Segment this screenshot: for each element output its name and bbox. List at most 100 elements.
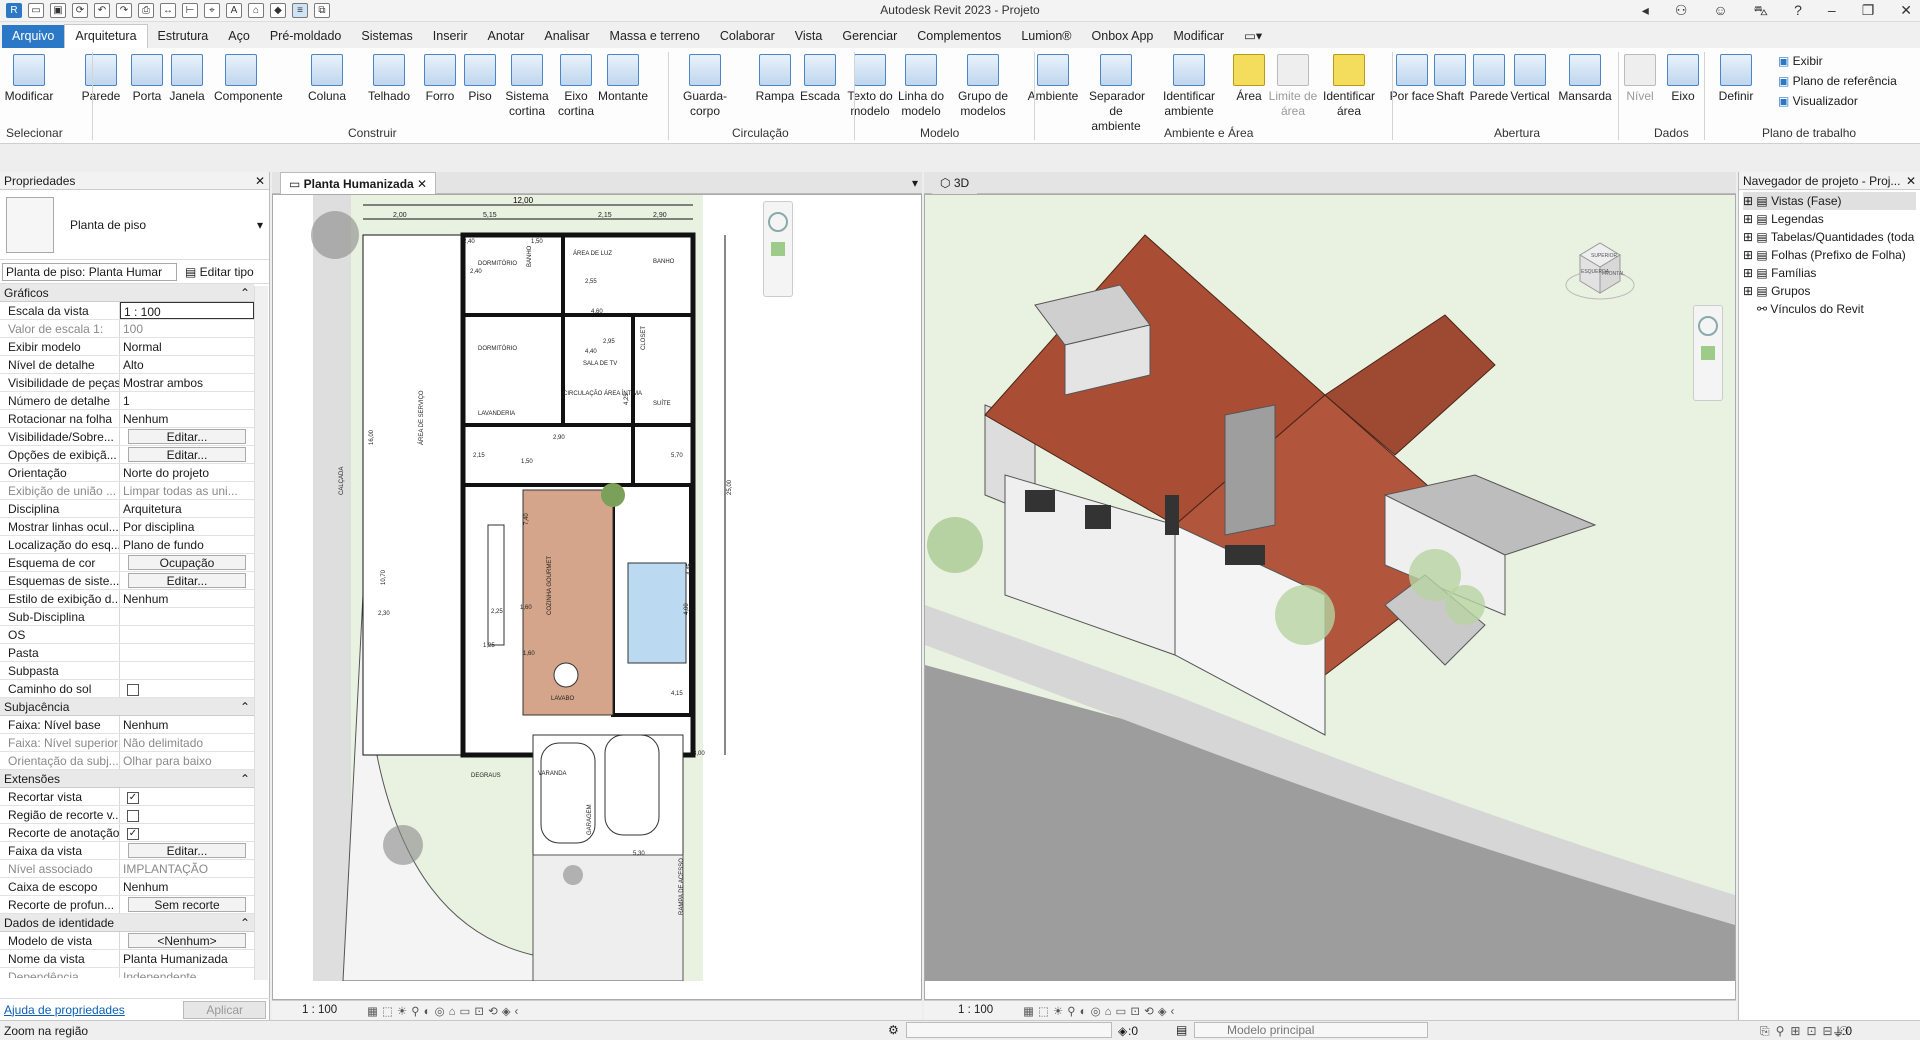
property-value[interactable]: Nenhum	[120, 716, 254, 733]
property-value[interactable]	[120, 806, 254, 823]
expand-icon[interactable]: ⊞	[1743, 194, 1756, 208]
browser-node[interactable]: ⊞ ▤ Tabelas/Quantidades (toda	[1743, 228, 1916, 246]
property-edit-button[interactable]: Sem recorte	[128, 897, 246, 912]
ribbon-button-9[interactable]: Sistema cortina	[500, 54, 554, 119]
editable-only-icon[interactable]: ◈	[1118, 1024, 1127, 1038]
ribbon-panel-4[interactable]: Ambiente e Área	[1164, 126, 1253, 140]
property-value[interactable]: Arquitetura	[120, 500, 254, 517]
ribbon-button-23[interactable]: Identificar área	[1322, 54, 1376, 119]
ribbon-panel-5[interactable]: Abertura	[1494, 126, 1540, 140]
type-selector[interactable]: Planta de piso ▾	[0, 190, 269, 260]
3d-scale-label[interactable]: 1 : 100	[958, 1004, 993, 1017]
plan-view[interactable]: 12,00 2,00 5,15 2,15 2,90 DORMITÓRIO BANHO ÁR…	[272, 194, 922, 1000]
property-value[interactable]	[120, 626, 254, 643]
plan-scale-label[interactable]: 1 : 100	[302, 1004, 337, 1017]
tab-10[interactable]: Colaborar	[710, 25, 785, 48]
minimize-icon[interactable]: –	[1828, 2, 1836, 21]
zoom-icon[interactable]	[771, 242, 785, 256]
property-checkbox[interactable]	[127, 810, 139, 822]
property-value[interactable]: ✓	[120, 788, 254, 805]
apply-button[interactable]: Aplicar	[183, 1000, 266, 1019]
view-control-icons[interactable]: ▦⬚☀⚲◐◎⌂▭⊡⟲◈‹	[1023, 1004, 1178, 1018]
ribbon-button-10[interactable]: Eixo cortina	[549, 54, 603, 119]
workplane-small-button-1[interactable]: ▣ Plano de referência	[1778, 74, 1897, 88]
property-edit-button[interactable]: <Nenhum>	[128, 933, 246, 948]
search-icon[interactable]: ◂	[1642, 2, 1649, 21]
help-icon[interactable]: ?	[1794, 2, 1802, 21]
property-value[interactable]: Normal	[120, 338, 254, 355]
tab-15[interactable]: Onbox App	[1082, 25, 1164, 48]
property-value[interactable]	[120, 644, 254, 661]
workplane-small-button-0[interactable]: ▣ Exibir	[1778, 54, 1823, 68]
property-section-header[interactable]: Subjacência ⌃	[0, 698, 254, 716]
browser-node[interactable]: ⚯ Vínculos do Revit	[1743, 300, 1916, 318]
ribbon-button-12[interactable]: Guarda-corpo	[678, 54, 732, 119]
tab-overflow-icon[interactable]: ▭▾	[1234, 24, 1272, 48]
design-options-icon[interactable]: ▤	[1176, 1023, 1187, 1037]
3d-view[interactable]: SUPERIOR ESQUERDA FRONTAL	[924, 194, 1736, 1000]
worksets-icon[interactable]: ⚙	[888, 1023, 899, 1037]
navigation-bar[interactable]	[1693, 305, 1723, 401]
zoom-icon[interactable]	[1701, 346, 1715, 360]
property-value[interactable]: 1	[120, 392, 254, 409]
workset-select[interactable]	[906, 1022, 1112, 1038]
user-icon[interactable]: ☺	[1713, 2, 1727, 21]
tab-5[interactable]: Sistemas	[351, 25, 422, 48]
design-option-select[interactable]: Modelo principal	[1194, 1022, 1428, 1038]
ribbon-button-6[interactable]: Telhado	[362, 54, 416, 104]
property-value[interactable]: Ocupação	[120, 554, 254, 571]
workplane-small-button-2[interactable]: ▣ Visualizador	[1778, 94, 1858, 108]
ribbon-button-19[interactable]: Separador de ambiente	[1089, 54, 1145, 134]
ribbon-button-16[interactable]: Linha do modelo	[894, 54, 948, 119]
tab-0[interactable]: Arquivo	[2, 25, 65, 48]
property-value[interactable]: Mostrar ambos	[120, 374, 254, 391]
ribbon-button-8[interactable]: Piso	[453, 54, 507, 104]
tab-6[interactable]: Inserir	[423, 25, 478, 48]
property-value[interactable]	[120, 662, 254, 679]
properties-help-link[interactable]: Ajuda de propriedades	[4, 1003, 125, 1017]
browser-node[interactable]: ⊞ ▤ Famílias	[1743, 264, 1916, 282]
tab-7[interactable]: Anotar	[478, 25, 535, 48]
expand-icon[interactable]: ⊞	[1743, 230, 1756, 244]
tab-1[interactable]: Arquitetura	[64, 24, 148, 48]
property-checkbox[interactable]: ✓	[127, 828, 139, 840]
tab-12[interactable]: Gerenciar	[832, 25, 907, 48]
expand-icon[interactable]: ⊞	[1743, 212, 1756, 226]
property-checkbox[interactable]: ✓	[127, 792, 139, 804]
cart-icon[interactable]: ⛍	[1754, 2, 1768, 21]
instance-filter-select[interactable]: Planta de piso: Planta Humar	[2, 262, 177, 281]
property-edit-button[interactable]: Editar...	[128, 843, 246, 858]
ribbon-button-15[interactable]: Texto do modelo	[843, 54, 897, 119]
ribbon-button-20[interactable]: Identificar ambiente	[1162, 54, 1216, 119]
tab-9[interactable]: Massa e terreno	[600, 25, 710, 48]
expand-icon[interactable]: ⊞	[1743, 284, 1756, 298]
tab-2[interactable]: Estrutura	[148, 25, 219, 48]
property-section-header[interactable]: Extensões ⌃	[0, 770, 254, 788]
ribbon-panel-0[interactable]: Selecionar	[6, 126, 63, 140]
close-icon[interactable]: ✕	[255, 174, 265, 188]
collapse-icon[interactable]: ⌃	[240, 286, 250, 300]
tab-16[interactable]: Modificar	[1163, 25, 1234, 48]
ribbon-button-31[interactable]: Definir	[1709, 54, 1763, 104]
tab-4[interactable]: Pré-moldado	[260, 25, 352, 48]
ribbon-panel-3[interactable]: Modelo	[920, 126, 959, 140]
property-checkbox[interactable]	[127, 684, 139, 696]
browser-node[interactable]: ⊞ ▤ Folhas (Prefixo de Folha)	[1743, 246, 1916, 264]
tab-14[interactable]: Lumion®	[1011, 25, 1081, 48]
steering-wheel-icon[interactable]	[1698, 316, 1718, 336]
property-value[interactable]: Nenhum	[120, 878, 254, 895]
property-value[interactable]: Norte do projeto	[120, 464, 254, 481]
ribbon-button-17[interactable]: Grupo de modelos	[956, 54, 1010, 119]
property-value[interactable]: Alto	[120, 356, 254, 373]
tab-13[interactable]: Complementos	[907, 25, 1011, 48]
collapse-icon[interactable]: ⌃	[240, 700, 250, 714]
property-value[interactable]: Por disciplina	[120, 518, 254, 535]
close-icon[interactable]: ✕	[1900, 2, 1912, 21]
tab-3[interactable]: Aço	[218, 25, 260, 48]
property-value[interactable]: 1 : 100	[120, 302, 254, 319]
tab-plan-view[interactable]: ▭ Planta Humanizada ✕	[280, 172, 437, 194]
edit-type-button[interactable]: ▤ Editar tipo	[185, 265, 254, 279]
ribbon-panel-6[interactable]: Dados	[1654, 126, 1689, 140]
property-value[interactable]: Editar...	[120, 428, 254, 445]
ribbon-panel-1[interactable]: Construir	[348, 126, 397, 140]
